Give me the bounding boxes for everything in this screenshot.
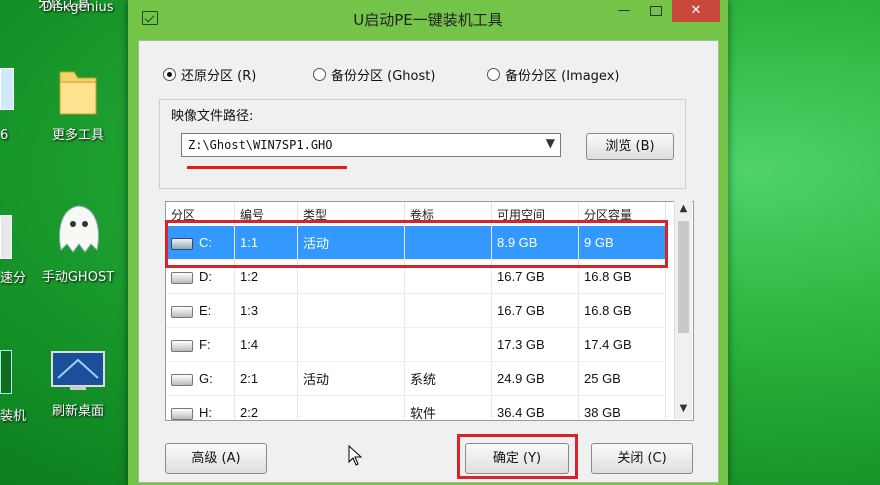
drive-cell: F: [166, 327, 235, 362]
table-row[interactable]: H: 2:2 软件 36.4 GB 38 GB [166, 395, 666, 420]
image-path-label: 映像文件路径: [171, 109, 254, 124]
free-cell: 24.9 GB [491, 361, 579, 396]
hard-drive-icon [171, 305, 193, 318]
label-cell: 系统 [404, 361, 492, 396]
table-row[interactable]: F: 1:4 17.3 GB 17.4 GB [166, 327, 666, 362]
desktop-icon-more-tools[interactable]: 更多工具 [30, 62, 126, 143]
option-restore[interactable]: 还原分区 (R) [163, 65, 256, 84]
dropdown-arrow-icon[interactable]: ▼ [546, 136, 555, 150]
path-red-underline [187, 166, 347, 169]
free-cell: 36.4 GB [491, 395, 579, 420]
folder-icon [59, 71, 97, 115]
type-cell [297, 395, 405, 420]
drive-cell: G: [166, 361, 235, 396]
desktop-icon-diskgenius[interactable]: Diskgenius [30, 0, 126, 15]
desktop-partial-icon [0, 215, 12, 259]
option-backup-imagex[interactable]: 备份分区 (Imagex) [487, 65, 619, 84]
advanced-button[interactable]: 高级 (A) [165, 443, 267, 474]
size-cell: 25 GB [578, 361, 666, 396]
desktop-partial-icon [0, 68, 14, 110]
option-backup-ghost[interactable]: 备份分区 (Ghost) [313, 65, 435, 84]
selected-row-highlight [165, 220, 668, 268]
drive-letter: H: [199, 405, 212, 420]
hard-drive-icon [171, 271, 193, 284]
desktop-partial-icon [0, 350, 12, 394]
num-cell: 1:3 [234, 293, 298, 328]
minimize-button[interactable]: — [610, 0, 638, 22]
table-scrollbar[interactable]: ▲ ▼ [674, 201, 692, 419]
radio-icon [163, 68, 176, 81]
maximize-icon [650, 5, 662, 16]
ghost-icon [59, 205, 99, 253]
maximize-button[interactable] [642, 0, 670, 22]
desktop-icon-label: 更多工具 [51, 128, 104, 143]
option-backup-ghost-label: 备份分区 (Ghost) [331, 69, 436, 84]
drive-cell: E: [166, 293, 235, 328]
drive-cell: H: [166, 395, 235, 420]
close-window-button[interactable]: ✕ [672, 0, 720, 22]
table-row[interactable]: E: 1:3 16.7 GB 16.8 GB [166, 293, 666, 328]
radio-icon [313, 68, 326, 81]
option-backup-imagex-label: 备份分区 (Imagex) [505, 69, 620, 84]
desktop-icon-manual-ghost[interactable]: 手动GHOST [30, 200, 126, 285]
image-path-combobox[interactable]: Z:\Ghost\WIN7SP1.GHO ▼ [181, 133, 561, 157]
scroll-down-icon[interactable]: ▼ [675, 403, 692, 414]
desktop-cut-label-3: 速分 [0, 271, 27, 286]
free-cell: 17.3 GB [491, 327, 579, 362]
label-cell [404, 327, 492, 362]
title-bar[interactable]: U启动PE一键装机工具 — ✕ [128, 0, 728, 38]
desktop-icon-label: Diskgenius [42, 0, 114, 15]
close-button[interactable]: 关闭 (C) [591, 443, 693, 474]
desktop-icon-label: 手动GHOST [41, 270, 115, 285]
drive-letter: D: [199, 269, 212, 284]
image-path-value: Z:\Ghost\WIN7SP1.GHO [188, 138, 333, 152]
hard-drive-icon [171, 373, 193, 386]
hard-drive-icon [171, 407, 193, 420]
desktop-icon-label: 刷新桌面 [51, 404, 104, 419]
desktop-icon-refresh-desktop[interactable]: 刷新桌面 [30, 348, 126, 419]
label-cell: 软件 [404, 395, 492, 420]
num-cell: 1:4 [234, 327, 298, 362]
desktop-cut-label-4: 装机 [0, 409, 27, 424]
size-cell: 17.4 GB [578, 327, 666, 362]
option-restore-label: 还原分区 (R) [181, 69, 257, 84]
scrollbar-thumb[interactable] [678, 221, 689, 333]
size-cell: 38 GB [578, 395, 666, 420]
table-row[interactable]: G: 2:1 活动 系统 24.9 GB 25 GB [166, 361, 666, 396]
hard-drive-icon [171, 339, 193, 352]
label-cell [404, 293, 492, 328]
ok-button-highlight [457, 434, 578, 479]
type-cell [297, 293, 405, 328]
drive-letter: E: [199, 303, 212, 318]
size-cell: 16.8 GB [578, 293, 666, 328]
type-cell: 活动 [297, 361, 405, 396]
num-cell: 2:2 [234, 395, 298, 420]
drive-letter: G: [199, 371, 213, 386]
drive-letter: F: [199, 337, 211, 352]
window-title: U启动PE一键装机工具 [353, 11, 503, 29]
type-cell [297, 327, 405, 362]
browse-button[interactable]: 浏览 (B) [586, 133, 674, 160]
radio-icon [487, 68, 500, 81]
num-cell: 2:1 [234, 361, 298, 396]
free-cell: 16.7 GB [491, 293, 579, 328]
desktop-cut-label-2: 6 [0, 128, 9, 143]
monitor-icon [51, 351, 105, 390]
scroll-up-icon[interactable]: ▲ [675, 203, 692, 214]
mouse-cursor-icon [348, 445, 363, 466]
